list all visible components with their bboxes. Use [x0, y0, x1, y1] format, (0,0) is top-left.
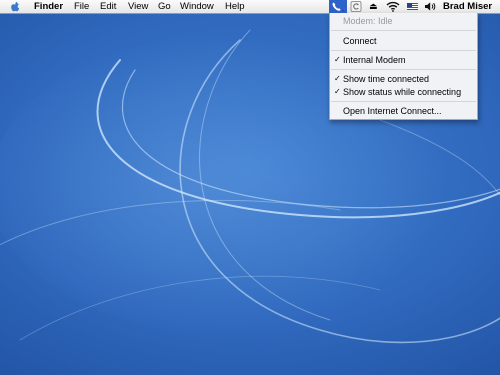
checkmark-icon: ✓: [334, 74, 341, 83]
phone-icon: [332, 2, 344, 11]
us-flag-icon[interactable]: [407, 3, 418, 10]
sync-icon[interactable]: [350, 1, 362, 12]
eject-icon[interactable]: ⏏: [369, 0, 378, 13]
menu-separator: [331, 50, 476, 51]
internal-modem-menu-item[interactable]: ✓ Internal Modem: [330, 54, 477, 66]
menu-view[interactable]: View: [128, 0, 148, 13]
connect-menu-item[interactable]: Connect: [330, 35, 477, 47]
wifi-icon[interactable]: [386, 1, 400, 12]
menu-separator: [331, 30, 476, 31]
modem-status-item: Modem: Idle: [330, 15, 477, 27]
menu-window[interactable]: Window: [180, 0, 214, 13]
menu-finder[interactable]: Finder: [34, 0, 63, 13]
menu-help[interactable]: Help: [225, 0, 245, 13]
menu-bar: Finder File Edit View Go Window Help ⏏ B…: [0, 0, 500, 14]
desktop: Finder File Edit View Go Window Help ⏏ B…: [0, 0, 500, 375]
open-internet-connect-menu-item[interactable]: Open Internet Connect...: [330, 105, 477, 117]
modem-status-label: Modem: Idle: [343, 16, 393, 26]
menu-edit[interactable]: Edit: [100, 0, 116, 13]
user-name[interactable]: Brad Miser: [443, 0, 492, 13]
modem-status-menu[interactable]: [329, 0, 347, 13]
connect-label: Connect: [343, 36, 377, 46]
menu-go[interactable]: Go: [158, 0, 171, 13]
menu-separator: [331, 101, 476, 102]
checkmark-icon: ✓: [334, 87, 341, 96]
checkmark-icon: ✓: [334, 55, 341, 64]
volume-icon[interactable]: [424, 1, 436, 12]
modem-dropdown-menu: Modem: Idle Connect ✓ Internal Modem ✓ S…: [329, 13, 478, 120]
open-internet-connect-label: Open Internet Connect...: [343, 106, 442, 116]
apple-menu-icon[interactable]: [8, 0, 22, 13]
show-status-menu-item[interactable]: ✓ Show status while connecting: [330, 86, 477, 98]
internal-modem-label: Internal Modem: [343, 55, 406, 65]
show-time-menu-item[interactable]: ✓ Show time connected: [330, 73, 477, 85]
menu-file[interactable]: File: [74, 0, 89, 13]
show-time-label: Show time connected: [343, 74, 430, 84]
show-status-label: Show status while connecting: [343, 87, 462, 97]
menu-separator: [331, 69, 476, 70]
